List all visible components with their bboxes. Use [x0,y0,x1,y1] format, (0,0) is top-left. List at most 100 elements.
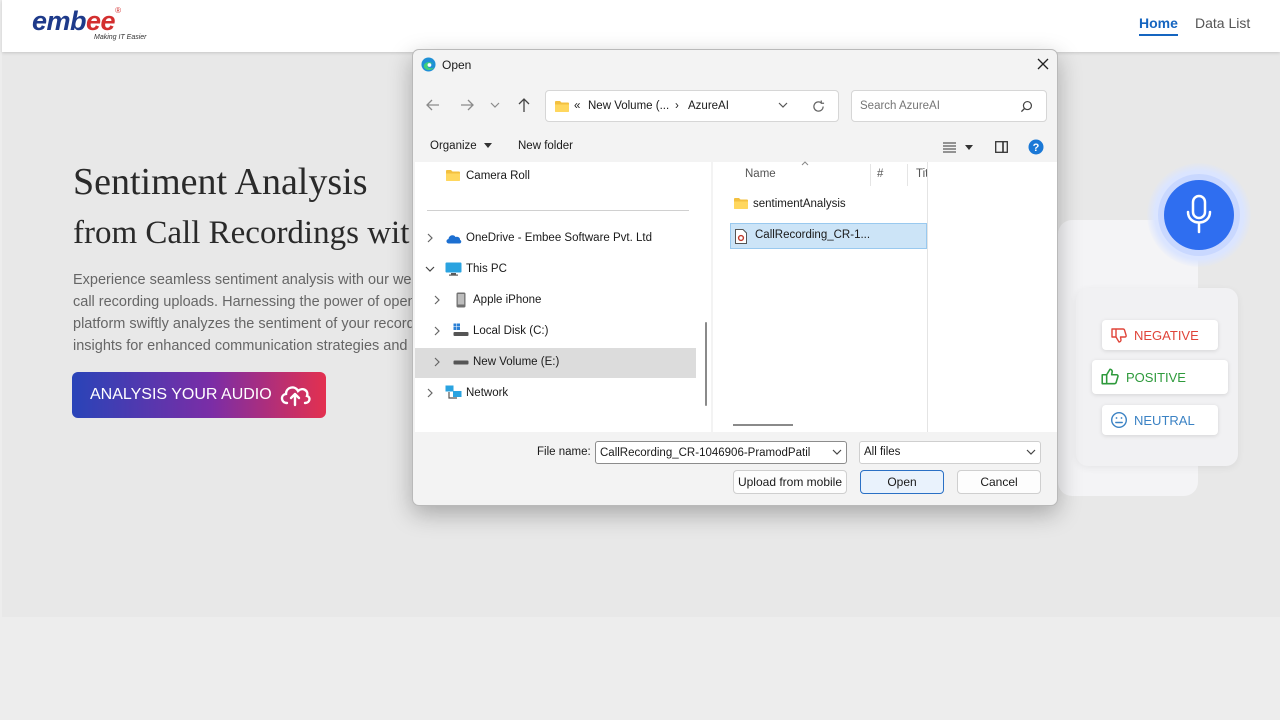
screen: { "site": { "logo_word_a": "emb", "logo_… [0,0,1280,720]
breadcrumb-azureai[interactable]: AzureAI [688,100,729,112]
organize-menu[interactable]: Organize [430,140,492,152]
cloud-upload-icon [280,386,311,407]
folder-icon [446,170,460,181]
open-button[interactable]: Open [860,470,944,494]
file-type-value: All files [864,446,901,458]
microphone-icon [1186,194,1212,234]
hero-subtitle: from Call Recordings wit [73,215,410,251]
collapse-chevron-icon[interactable] [425,266,435,272]
search-box[interactable] [851,90,1047,122]
address-history-chevron-icon[interactable] [778,101,788,109]
help-icon[interactable]: ? [1028,139,1044,155]
nav-item-apple-iphone[interactable]: Apple iPhone [415,286,705,316]
file-row-sentimentanalysis[interactable]: sentimentAnalysis [729,193,927,217]
neutral-badge: NEUTRAL [1102,405,1218,435]
preview-pane-icon[interactable] [995,141,1008,153]
cancel-button[interactable]: Cancel [957,470,1041,494]
nav-item-this-pc[interactable]: This PC [415,255,705,285]
hero-description-line: call recording uploads. Harnessing the p… [73,294,416,310]
nav-data-list-link[interactable]: Data List [1195,15,1250,31]
logo-text-b: ee [86,6,116,36]
neutral-label: NEUTRAL [1134,412,1195,428]
nav-item-camera-roll[interactable]: Camera Roll [415,162,705,192]
forward-arrow-icon[interactable] [459,98,475,112]
file-name: CallRecording_CR-1... [755,229,871,241]
nav-item-label: Local Disk (C:) [473,325,549,337]
hero-description-line: Experience seamless sentiment analysis w… [73,272,420,288]
nav-divider [427,210,689,211]
analysis-your-audio-button[interactable]: ANALYSIS YOUR AUDIO [72,372,326,418]
dialog-title: Open [442,58,472,72]
nav-home-link[interactable]: Home [1139,15,1178,36]
expand-chevron-icon[interactable] [427,233,433,243]
search-input[interactable] [860,100,1020,112]
nav-item-local-disk-c[interactable]: Local Disk (C:) [415,317,705,347]
expand-chevron-icon[interactable] [427,388,433,398]
hero-title: Sentiment Analysis [73,161,368,203]
folder-icon [734,198,748,209]
breadcrumb-separator: › [675,100,679,112]
search-icon[interactable] [1020,100,1033,113]
command-bar: Organize New folder ? [413,132,1057,162]
drive-icon [453,323,469,336]
breadcrumb-new-volume[interactable]: New Volume (... [588,100,669,112]
file-row-callrecording[interactable]: CallRecording_CR-1... [730,223,927,249]
view-options-icon[interactable] [943,142,956,153]
file-name: sentimentAnalysis [753,198,846,210]
nav-item-new-volume-e[interactable]: New Volume (E:) [415,348,696,378]
negative-label: NEGATIVE [1134,327,1199,343]
expand-chevron-icon[interactable] [434,357,440,367]
address-bar[interactable]: « New Volume (... › AzureAI [545,90,839,122]
back-arrow-icon[interactable] [425,98,441,112]
column-header-title[interactable]: Tit [916,168,927,180]
hero-description-line: platform swiftly analyzes the sentiment … [73,316,415,332]
recent-locations-chevron-icon[interactable] [490,101,500,109]
view-dropdown-icon[interactable] [965,145,973,151]
embee-logo[interactable]: embee® Making IT Easier [32,6,147,41]
edge-browser-icon [421,57,436,72]
breadcrumb-overflow[interactable]: « [574,100,580,112]
nav-item-label: New Volume (E:) [473,356,560,368]
column-header-number[interactable]: # [877,168,883,180]
negative-badge: NEGATIVE [1102,320,1218,350]
file-name-label: File name: [537,446,591,458]
nav-item-label: Camera Roll [466,170,530,182]
nav-item-network[interactable]: Network [415,379,705,409]
navigation-pane: Camera Roll OneDrive - Embee Software Pv… [415,162,711,432]
network-icon [445,385,462,399]
file-type-dropdown-icon [1026,449,1036,455]
sort-ascending-icon [801,161,809,166]
organize-dropdown-icon [483,142,492,148]
nav-item-onedrive[interactable]: OneDrive - Embee Software Pvt. Ltd [415,224,705,254]
logo-text-a: emb [32,6,87,36]
logo-registered-mark: ® [115,6,121,15]
up-arrow-icon[interactable] [517,97,531,113]
positive-badge: POSITIVE [1092,360,1228,394]
refresh-icon[interactable] [812,100,825,113]
upload-from-mobile-button[interactable]: Upload from mobile [733,470,847,494]
neutral-face-icon [1110,411,1128,429]
thumbs-up-icon [1101,368,1119,385]
dialog-titlebar[interactable]: Open [413,50,1057,80]
file-type-select[interactable]: All files [859,441,1041,464]
nav-item-label: OneDrive - Embee Software Pvt. Ltd [466,232,652,244]
nav-item-label: Network [466,387,509,399]
open-file-dialog: Open « New Volume (... › AzureAI Search … [412,49,1058,506]
expand-chevron-icon[interactable] [434,326,440,336]
nav-item-label: This PC [466,263,507,275]
drive-icon [453,360,469,365]
close-icon[interactable] [1035,56,1051,72]
file-name-input[interactable] [595,441,847,464]
organize-label: Organize [430,140,477,152]
nav-pane-scrollbar[interactable] [705,322,707,406]
new-folder-button[interactable]: New folder [518,140,573,152]
expand-chevron-icon[interactable] [434,295,440,305]
file-list-scrollbar[interactable] [733,424,793,426]
file-name-dropdown-icon[interactable] [832,449,842,455]
column-header-name[interactable]: Name [745,168,776,180]
phone-icon [456,292,466,308]
audio-file-icon [735,229,747,244]
file-list-pane: Name # Tit sentimentAnalysis CallRecordi… [713,161,927,432]
header-bar: embee® Making IT Easier Home Data List [2,0,1280,52]
nav-item-label: Apple iPhone [473,294,542,306]
